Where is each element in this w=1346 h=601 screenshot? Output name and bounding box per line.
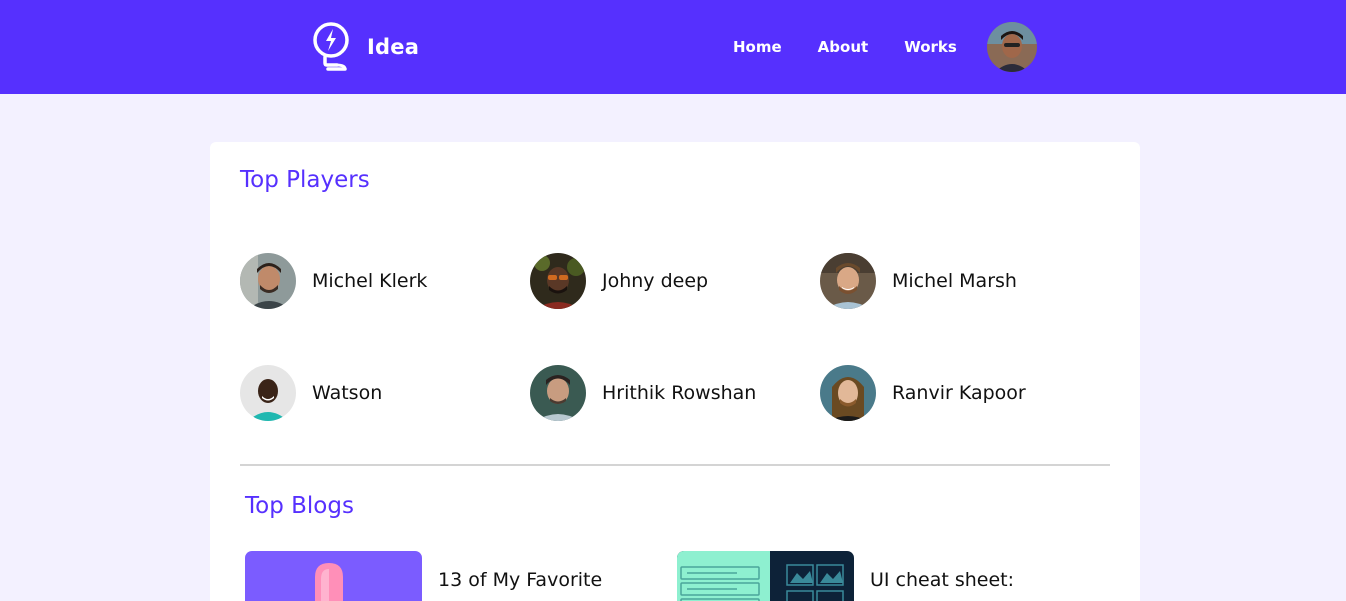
user-avatar[interactable] — [987, 22, 1037, 72]
player-name: Michel Marsh — [892, 270, 1017, 292]
player-item-michel-klerk[interactable]: Michel Klerk — [240, 253, 427, 309]
content-card: Top Players Michel Klerk Johny deep Mich… — [210, 142, 1140, 601]
top-players-heading: Top Players — [240, 167, 370, 193]
top-blogs-heading: Top Blogs — [245, 493, 354, 519]
player-name: Ranvir Kapoor — [892, 382, 1026, 404]
lightbulb-icon — [313, 22, 349, 71]
blog-item-1[interactable]: 13 of My Favorite — [245, 551, 602, 601]
blog-item-2[interactable]: UI cheat sheet: — [677, 551, 1014, 601]
player-item-ranvir-kapoor[interactable]: Ranvir Kapoor — [820, 365, 1026, 421]
main-nav: Home About Works — [733, 36, 957, 58]
logo[interactable]: Idea — [311, 21, 419, 73]
blog-thumbnail — [677, 551, 854, 601]
player-name: Watson — [312, 382, 383, 404]
player-item-watson[interactable]: Watson — [240, 365, 382, 421]
section-divider — [240, 464, 1110, 466]
nav-link-home[interactable]: Home — [733, 38, 782, 56]
player-avatar — [530, 253, 586, 309]
player-name: Michel Klerk — [312, 270, 428, 292]
player-item-johny-deep[interactable]: Johny deep — [530, 253, 708, 309]
player-avatar — [820, 253, 876, 309]
player-name: Hrithik Rowshan — [602, 382, 757, 404]
player-avatar — [240, 365, 296, 421]
player-item-michel-marsh[interactable]: Michel Marsh — [820, 253, 1017, 309]
player-name: Johny deep — [602, 270, 709, 292]
nav-link-about[interactable]: About — [818, 38, 869, 56]
nav-link-works[interactable]: Works — [904, 38, 957, 56]
player-avatar — [530, 365, 586, 421]
blog-title: 13 of My Favorite — [438, 569, 603, 591]
top-nav-bar: Idea Home About Works — [0, 0, 1346, 94]
blog-title: UI cheat sheet: — [870, 569, 1015, 591]
logo-text: Idea — [367, 35, 420, 59]
player-avatar — [820, 365, 876, 421]
user-avatar-image — [987, 22, 1037, 72]
blog-thumbnail — [245, 551, 422, 601]
player-avatar — [240, 253, 296, 309]
player-item-hrithik-rowshan[interactable]: Hrithik Rowshan — [530, 365, 756, 421]
